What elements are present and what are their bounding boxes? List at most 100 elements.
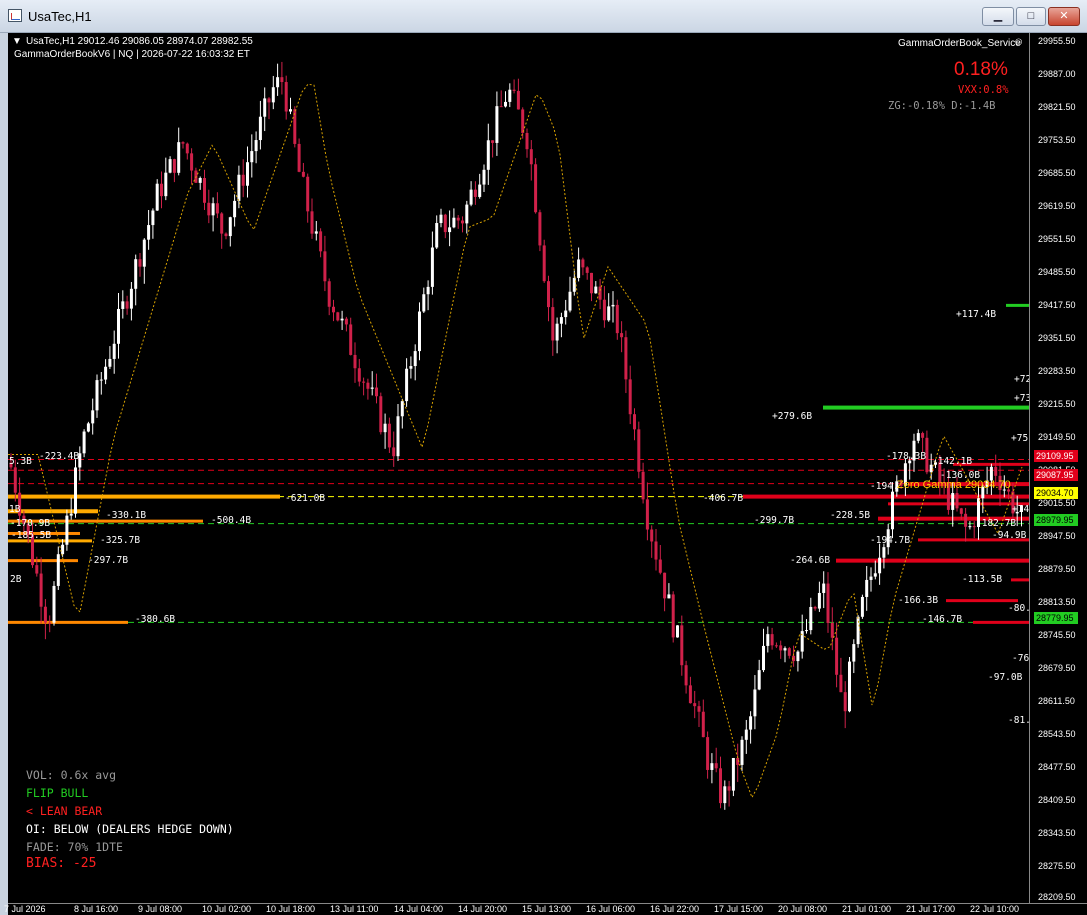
price-tick: 28409.50 <box>1038 795 1076 805</box>
candle-body <box>590 272 593 294</box>
candle-body <box>521 109 525 133</box>
time-tick: 10 Jul 18:00 <box>266 904 316 914</box>
candle-body <box>121 301 125 309</box>
candle-body <box>697 706 701 712</box>
price-tick: 28275.50 <box>1038 861 1076 871</box>
price-tick: 28611.50 <box>1038 696 1075 706</box>
time-tick: 17 Jul 15:00 <box>714 904 764 914</box>
candle-body <box>129 288 133 309</box>
price-tick: 28209.50 <box>1038 892 1076 902</box>
candle-body <box>547 281 550 308</box>
candle-body <box>611 304 615 307</box>
level-label: -325.7B <box>100 535 141 546</box>
candle-body <box>357 368 361 382</box>
candle-body <box>362 381 366 383</box>
time-axis[interactable]: 7 Jul 2026 8 Jul 16:00 9 Jul 08:00 10 Ju… <box>4 903 1087 915</box>
maximize-button[interactable]: □ <box>1016 7 1046 26</box>
candle-body <box>688 685 692 704</box>
price-tick: 29283.50 <box>1038 366 1076 376</box>
chart-canvas[interactable]: ▼ UsaTec,H1 29012.46 29086.05 28974.07 2… <box>8 33 1029 903</box>
candle-body <box>220 213 224 234</box>
candle-body <box>117 308 120 344</box>
close-button[interactable]: ✕ <box>1048 7 1080 26</box>
level-label: -185.5B <box>11 530 52 541</box>
price-tick: 29685.50 <box>1038 168 1076 178</box>
candle-body <box>882 547 886 558</box>
price-badge-resistance: 29087.95 <box>1034 469 1078 481</box>
price-tick: 29619.50 <box>1038 201 1076 211</box>
price-tick: 29485.50 <box>1038 267 1076 277</box>
change-percent: 0.18% <box>954 59 1008 80</box>
candle-body <box>710 763 714 770</box>
price-axis[interactable]: 29955.50 29887.00 29821.50 29753.50 2968… <box>1029 33 1087 903</box>
candle-body <box>95 380 99 411</box>
price-badge-support: 28779.95 <box>1034 612 1078 624</box>
candle-body <box>740 739 744 765</box>
candle-body <box>69 513 73 516</box>
minimize-button[interactable]: ▁ <box>982 7 1014 26</box>
candle-body <box>271 87 275 103</box>
candle-body <box>151 210 155 226</box>
candle-body <box>426 286 430 295</box>
dropdown-arrow-icon[interactable]: ▼ <box>12 36 22 47</box>
candle-body <box>508 89 512 102</box>
candle-body <box>774 645 778 647</box>
candle-body <box>310 211 314 234</box>
chart-window-icon <box>8 9 22 22</box>
candle-body <box>400 401 404 417</box>
candle-body <box>344 318 348 325</box>
time-tick: 21 Jul 17:00 <box>906 904 956 914</box>
candle-body <box>387 423 391 448</box>
candle-body <box>534 164 538 213</box>
level-label: -80. <box>1008 603 1029 614</box>
price-plot[interactable] <box>8 33 1029 903</box>
candle-body <box>620 333 624 338</box>
level-label: -194. <box>870 481 899 492</box>
candle-body <box>452 217 456 228</box>
order-book-bar <box>1006 303 1029 307</box>
candle-body <box>779 645 783 651</box>
candle-body <box>770 634 774 646</box>
level-label: +117.4B <box>956 309 997 320</box>
candle-body <box>693 703 697 707</box>
service-status-icon[interactable]: ☺ <box>1013 36 1024 48</box>
level-label: 5.3B <box>9 456 32 467</box>
level-label: -264.6B <box>790 555 831 566</box>
price-tick: 29887.00 <box>1038 69 1076 79</box>
service-label: GammaOrderBook_Service <box>898 38 1021 49</box>
candle-body <box>701 711 705 738</box>
price-tick: 28947.50 <box>1038 531 1076 541</box>
candle-body <box>491 140 495 143</box>
candle-body <box>301 171 305 177</box>
time-tick: 13 Jul 11:00 <box>330 904 379 914</box>
level-label: -194.7B <box>870 535 911 546</box>
candle-body <box>495 106 499 143</box>
price-tick: 29821.50 <box>1038 102 1076 112</box>
window-title: UsaTec,H1 <box>28 9 92 24</box>
candle-body <box>327 281 331 307</box>
level-label: -170.9B <box>10 518 51 529</box>
price-tick: 29351.50 <box>1038 333 1076 343</box>
candle-body <box>336 312 340 321</box>
order-book-bar <box>973 620 1029 624</box>
time-tick: 20 Jul 08:00 <box>778 904 828 914</box>
candle-body <box>284 82 288 112</box>
candle-body <box>349 324 353 355</box>
candle-body <box>916 433 920 441</box>
candle-body <box>43 606 47 623</box>
candle-body <box>112 343 116 359</box>
candle-body <box>512 89 516 91</box>
time-tick: 8 Jul 16:00 <box>74 904 119 914</box>
level-label: +279.6B <box>772 411 813 422</box>
candle-body <box>757 670 761 690</box>
level-label: -380.6B <box>135 614 176 625</box>
candle-body <box>719 768 722 804</box>
candle-body <box>164 172 168 197</box>
candle-body <box>207 202 211 216</box>
level-label: -146.7B <box>922 614 963 625</box>
candle-body <box>456 217 460 221</box>
candle-body <box>409 366 413 369</box>
candle-body <box>581 259 585 268</box>
candle-body <box>516 90 520 110</box>
candle-body <box>641 471 645 500</box>
